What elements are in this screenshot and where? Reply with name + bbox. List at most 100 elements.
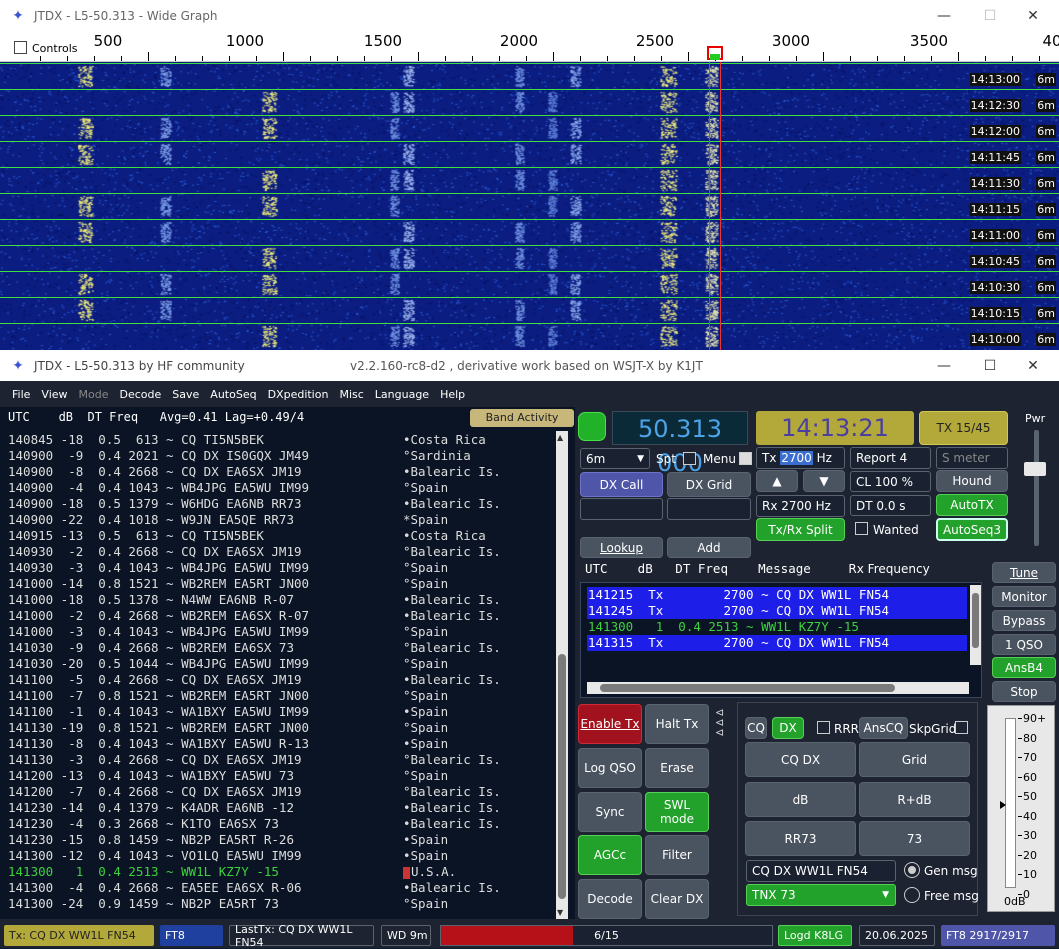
dt-spinbox[interactable]: DT 0.0 s — [850, 495, 931, 516]
rx-list-hscrollbar[interactable] — [587, 682, 969, 694]
hound-button[interactable]: Hound — [936, 470, 1008, 492]
decode-row[interactable]: 141100 -1 0.4 1043 ~ WA1BXY EA5WU IM99 •S… — [8, 704, 553, 720]
close-icon[interactable]: ✕ — [1010, 350, 1056, 382]
tab-arrows-icon[interactable]: ⊲ ⊲ ⊲ — [715, 707, 724, 738]
dx-call-button[interactable]: DX Call — [580, 472, 663, 497]
wide-graph-titlebar[interactable]: ✦ JTDX - L5-50.313 - Wide Graph — ☐ ✕ — [0, 0, 1059, 32]
pwr-slider-thumb[interactable] — [1024, 462, 1046, 476]
decode-row[interactable]: 141130 -8 0.4 1043 ~ WA1BXY EA5WU R-13 •S… — [8, 736, 553, 752]
tune-button[interactable]: Tune — [992, 562, 1056, 583]
decode-row[interactable]: 140845 -18 0.5 613 ~ CQ TI5N5BEK •Costa R… — [8, 432, 553, 448]
decode-row[interactable]: 141000 -18 0.5 1378 ~ N4WW EA6NB R-07 •Ba… — [8, 592, 553, 608]
decode-row[interactable]: 141300 1 0.4 2513 ~ WW1L KZ7Y -15 U.S.A. — [8, 864, 553, 880]
rx-hscroll-thumb[interactable] — [600, 684, 895, 692]
band-activity-pane[interactable]: UTC dB DT Freq Avg=0.41 Lag=+0.49/4 Band… — [0, 407, 575, 919]
enable-tx-button[interactable]: Enable Tx — [578, 704, 642, 744]
decode-row[interactable]: 141200 -13 0.4 1043 ~ WA1BXY EA5WU 73 °Sp… — [8, 768, 553, 784]
decode-row[interactable]: 140930 -2 0.4 2668 ~ CQ DX EA6SX JM19 °Ba… — [8, 544, 553, 560]
decode-row[interactable]: 141300 -24 0.9 1459 ~ NB2P EA5RT 73 °Spai… — [8, 896, 553, 912]
decode-row[interactable]: 141230 -4 0.3 2668 ~ K1TO EA6SX 73 •Balea… — [8, 816, 553, 832]
menu-checkbox[interactable] — [739, 452, 752, 465]
frequency-scale[interactable]: Controls 500 1000 1500 2000 2500 3000 3500 40 — [0, 32, 1059, 62]
ansb4-button[interactable]: AnsB4 — [992, 657, 1056, 678]
decode-row[interactable]: 141300 -12 0.4 1043 ~ VO1LQ EA5WU IM99 •S… — [8, 848, 553, 864]
decode-row[interactable]: 140900 -4 0.4 1043 ~ WB4JPG EA5WU IM99 °S… — [8, 480, 553, 496]
rr73-button[interactable]: RR73 — [745, 821, 856, 856]
dx-grid-input[interactable] — [667, 498, 751, 520]
decode-row[interactable]: 141130 -19 0.8 1521 ~ WB2REM EA5RT JN00 °… — [8, 720, 553, 736]
erase-button[interactable]: Erase — [645, 748, 709, 788]
free-message-select[interactable]: TNX 73 ▼ — [746, 884, 896, 906]
rdb-button[interactable]: R+dB — [859, 782, 970, 817]
band-select[interactable]: 6m ▼ — [580, 448, 650, 469]
tx-freq-field[interactable]: Tx 2700 Hz — [756, 447, 845, 469]
decode-row[interactable]: 141100 -7 0.8 1521 ~ WB2REM EA5RT JN00 °S… — [8, 688, 553, 704]
add-button[interactable]: Add — [667, 537, 751, 558]
one-qso-button[interactable]: 1 QSO — [992, 634, 1056, 655]
band-activity-button[interactable]: Band Activity — [470, 409, 574, 427]
main-titlebar[interactable]: ✦ JTDX - L5-50.313 by HF community v2.2.… — [0, 350, 1059, 381]
dx-call-input[interactable] — [580, 498, 663, 520]
menu-save[interactable]: Save — [172, 388, 199, 401]
rx-row[interactable]: 141245 Tx 2700 ~ CQ DX WW1L FN54 — [587, 603, 967, 619]
log-qso-button[interactable]: Log QSO — [578, 748, 642, 788]
swl-mode-button[interactable]: SWL mode — [645, 792, 709, 832]
wanted-checkbox[interactable] — [855, 522, 868, 535]
rx-vscroll-thumb[interactable] — [972, 593, 979, 648]
scroll-down-icon[interactable]: ▼ — [557, 908, 563, 917]
rrr-checkbox[interactable] — [817, 721, 830, 734]
tx-period-button[interactable]: TX 15/45 — [919, 411, 1008, 445]
rx-frequency-list[interactable]: 141215 Tx 2700 ~ CQ DX WW1L FN54 141245 T… — [580, 582, 982, 698]
close-icon[interactable]: ✕ — [1010, 0, 1056, 32]
minimize-icon[interactable]: — — [921, 0, 967, 32]
autotx-button[interactable]: AutoTX — [936, 494, 1008, 516]
decode-row[interactable]: 141200 -7 0.4 2668 ~ CQ DX EA6SX JM19 °Ba… — [8, 784, 553, 800]
band-activity-list[interactable]: 140845 -18 0.5 613 ~ CQ TI5N5BEK •Costa R… — [8, 432, 553, 912]
menu-view[interactable]: View — [41, 388, 67, 401]
menu-language[interactable]: Language — [375, 388, 429, 401]
pwr-slider-track[interactable] — [1034, 430, 1039, 546]
gen-message-field[interactable]: CQ DX WW1L FN54 — [746, 860, 896, 882]
tx-freq-value[interactable]: 2700 — [780, 451, 813, 465]
dx-grid-button[interactable]: DX Grid — [667, 472, 751, 497]
rx-row[interactable]: 141215 Tx 2700 ~ CQ DX WW1L FN54 — [587, 587, 967, 603]
clear-dx-button[interactable]: Clear DX — [645, 879, 709, 919]
decode-row[interactable]: 141230 -14 0.4 1379 ~ K4ADR EA6NB -12 •Ba… — [8, 800, 553, 816]
filter-button[interactable]: Filter — [645, 835, 709, 875]
lookup-button[interactable]: Lookup — [580, 537, 663, 558]
stop-button[interactable]: Stop — [992, 681, 1056, 702]
skpgrid-checkbox[interactable] — [955, 721, 968, 734]
decode-button[interactable]: Decode — [578, 879, 642, 919]
decode-row[interactable]: 141000 -14 0.8 1521 ~ WB2REM EA5RT JN00 °… — [8, 576, 553, 592]
decode-row[interactable]: 141030 -20 0.5 1044 ~ WB4JPG EA5WU IM99 °… — [8, 656, 553, 672]
tx-down-button[interactable]: ▼ — [803, 470, 845, 492]
decode-row[interactable]: 140930 -3 0.4 1043 ~ WB4JPG EA5WU IM99 °S… — [8, 560, 553, 576]
menu-file[interactable]: File — [12, 388, 30, 401]
menu-misc[interactable]: Misc — [339, 388, 363, 401]
bypass-button[interactable]: Bypass — [992, 610, 1056, 631]
decode-row[interactable]: 141130 -3 0.4 2668 ~ CQ DX EA6SX JM19 °Ba… — [8, 752, 553, 768]
decode-row[interactable]: 141300 -4 0.4 2668 ~ EA5EE EA6SX R-06 •Ba… — [8, 880, 553, 896]
maximize-icon[interactable]: ☐ — [967, 350, 1013, 382]
tx-up-button[interactable]: ▲ — [756, 470, 798, 492]
decode-row[interactable]: 140900 -8 0.4 2668 ~ CQ DX EA6SX JM19 •Ba… — [8, 464, 553, 480]
grid-button[interactable]: Grid — [859, 742, 970, 777]
sync-button[interactable]: Sync — [578, 792, 642, 832]
gen-msg-radio[interactable] — [904, 862, 920, 878]
menu-decode[interactable]: Decode — [120, 388, 162, 401]
menu-help[interactable]: Help — [440, 388, 465, 401]
waterfall[interactable]: 14:13:00 6m 14:12:30 6m 14:12:00 6m 14:11:45 6m… — [0, 62, 1059, 350]
db-button[interactable]: dB — [745, 782, 856, 817]
menu-dxpedition[interactable]: DXpedition — [268, 388, 329, 401]
cq-dx-button[interactable]: CQ DX — [745, 742, 856, 777]
decode-row[interactable]: 141230 -15 0.8 1459 ~ NB2P EA5RT R-26 •Sp… — [8, 832, 553, 848]
agcc-button[interactable]: AGCc — [578, 835, 642, 875]
decode-row[interactable]: 141030 -9 0.4 2668 ~ WB2REM EA6SX 73 °Bal… — [8, 640, 553, 656]
rx-row[interactable]: 141300 1 0.4 2513 ~ WW1L KZ7Y -15 — [587, 619, 967, 635]
scroll-thumb[interactable] — [558, 654, 566, 899]
txrx-split-button[interactable]: Tx/Rx Split — [756, 518, 845, 541]
spt-checkbox[interactable] — [683, 452, 696, 465]
autoseq3-button[interactable]: AutoSeq3 — [936, 518, 1008, 541]
rx-list-vscrollbar[interactable] — [970, 585, 981, 665]
decode-row[interactable]: 141100 -5 0.4 2668 ~ CQ DX EA6SX JM19 •Ba… — [8, 672, 553, 688]
